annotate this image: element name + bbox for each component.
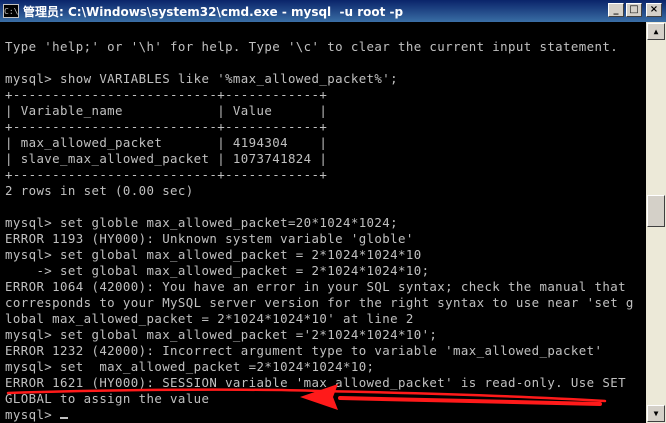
minimize-button[interactable]: _ — [608, 3, 624, 17]
console-line: Type 'help;' or '\h' for help. Type '\c'… — [5, 39, 619, 54]
console-line: +--------------------------+------------… — [5, 119, 328, 134]
console-line: ERROR 1064 (42000): You have an error in… — [5, 279, 626, 294]
console-output[interactable]: Type 'help;' or '\h' for help. Type '\c'… — [0, 22, 646, 423]
console-line: | Variable_name | Value | — [5, 103, 328, 118]
console-line: corresponds to your MySQL server version… — [5, 295, 634, 310]
scroll-up-button[interactable]: ▲ — [647, 23, 665, 40]
console-line: mysql> set globle max_allowed_packet=20*… — [5, 215, 398, 230]
console-line: 2 rows in set (0.00 sec) — [5, 183, 194, 198]
vertical-scrollbar[interactable]: ▲ ▼ — [646, 22, 666, 423]
scrollbar-thumb[interactable] — [647, 195, 665, 227]
maximize-button[interactable]: □ — [626, 3, 642, 17]
console-line: mysql> set global max_allowed_packet = 2… — [5, 247, 422, 262]
console-line: +--------------------------+------------… — [5, 167, 328, 182]
console-line: mysql> show VARIABLES like '%max_allowed… — [5, 71, 398, 86]
cmd-icon: C:\ — [3, 4, 19, 18]
console-line: | slave_max_allowed_packet | 1073741824 … — [5, 151, 328, 166]
console-line: ERROR 1232 (42000): Incorrect argument t… — [5, 343, 603, 358]
prompt-text: mysql> — [5, 407, 61, 422]
console-line: lobal max_allowed_packet = 2*1024*1024*1… — [5, 311, 414, 326]
console-line: mysql> set global max_allowed_packet ='2… — [5, 327, 438, 342]
console-line: ERROR 1193 (HY000): Unknown system varia… — [5, 231, 414, 246]
scroll-down-button[interactable]: ▼ — [647, 405, 665, 422]
close-button[interactable]: × — [646, 3, 662, 17]
window-title: 管理员: C:\Windows\system32\cmd.exe - mysql… — [23, 4, 404, 19]
console-line: GLOBAL to assign the value — [5, 391, 210, 406]
console-line: | max_allowed_packet | 4194304 | — [5, 135, 328, 150]
console-line: -> set global max_allowed_packet = 2*102… — [5, 263, 430, 278]
title-bar[interactable]: C:\ 管理员: C:\Windows\system32\cmd.exe - m… — [0, 0, 666, 22]
text-cursor — [60, 417, 69, 419]
window-controls: _ □ × — [608, 3, 662, 17]
console-line: mysql> set max_allowed_packet =2*1024*10… — [5, 359, 375, 374]
console-line: +--------------------------+------------… — [5, 87, 328, 102]
console-line: ERROR 1621 (HY000): SESSION variable 'ma… — [5, 375, 626, 390]
console-prompt[interactable]: mysql> — [5, 407, 69, 423]
